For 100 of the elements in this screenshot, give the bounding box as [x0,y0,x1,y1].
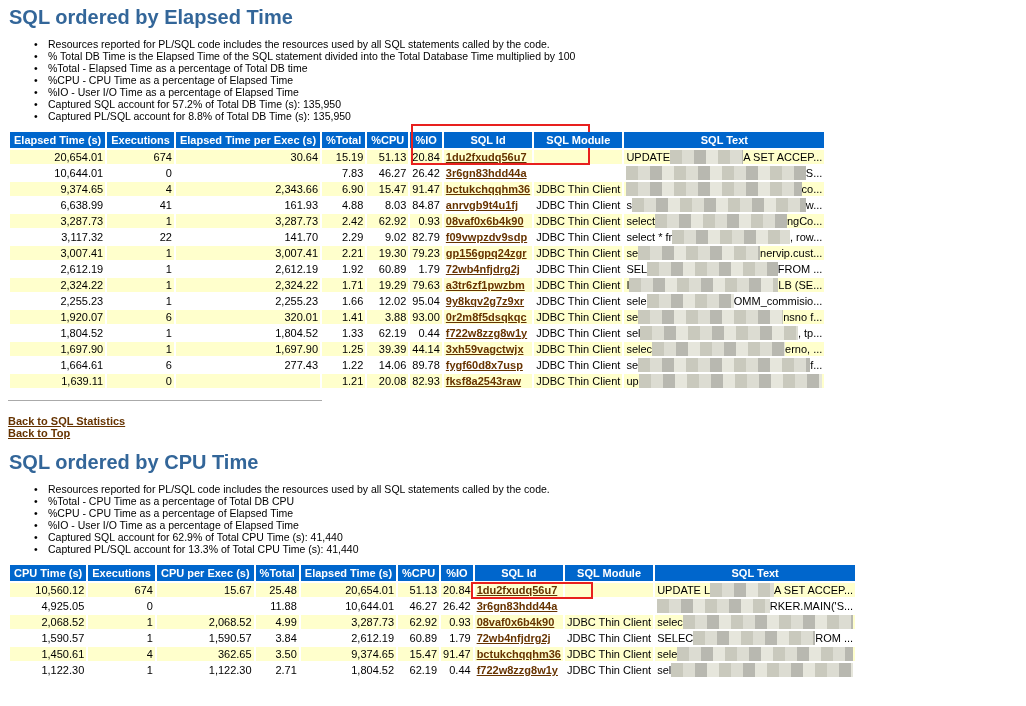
table-cell: 9,374.65 [10,182,106,196]
table-cell: 320.01 [175,310,321,324]
bullet: • [34,531,39,543]
sql-text: se [626,358,638,372]
table-cell: 51.13 [367,150,409,164]
table-cell: 1 [88,615,155,629]
bullet: • [34,98,39,110]
sql-id-link[interactable]: bctukchqqhm36 [476,648,561,660]
table-cell: JDBC Thin Client [534,214,623,228]
sql-text: nervip.cust... [760,246,823,260]
table-cell: JDBC Thin Client [565,615,654,629]
table-cell: 26.42 [410,166,442,180]
table-cell: 20.84 [441,583,473,597]
table-cell: 30.64 [175,150,321,164]
table-cell: 1.71 [322,278,366,292]
column-header: %Total [255,565,299,581]
sql-text: select * fr [626,230,673,244]
table-cell: 2,068.52 [156,615,254,629]
sql-text: I [626,278,630,292]
column-header: Executions [88,565,155,581]
sql-text: A SET ACCEP... [774,583,854,597]
sql-id-link[interactable]: bctukchqqhm36 [445,183,531,195]
table-cell: JDBC Thin Client [534,342,623,356]
sql-text: FROM ... [777,262,823,276]
table-cell: 15.47 [367,182,409,196]
sql-text: UPDATE L [657,583,711,597]
note-item: % Total DB Time is the Elapsed Time of the SQL statement divided into the Total Database Time multiplied by 100 [48,50,576,62]
column-header: %IO [410,132,442,148]
table-cell: 1 [107,278,174,292]
section-title: SQL ordered by CPU Time [9,450,259,475]
table-cell: 79.23 [410,246,442,260]
sql-text: nsno f... [783,310,823,324]
table-cell: 4.99 [255,615,299,629]
table-cell: JDBC Thin Client [565,647,654,661]
table-cell: 1 [107,342,174,356]
column-header: Executions [107,132,174,148]
table-cell: 93.00 [410,310,442,324]
table-cell: 15.67 [156,583,254,597]
bullet: • [34,74,39,86]
table-cell: 44.14 [410,342,442,356]
sql-text: s [626,198,632,212]
table-cell: 2,324.22 [10,278,106,292]
column-header: Elapsed Time (s) [10,132,106,148]
table-cell: JDBC Thin Client [534,358,623,372]
table-cell: 6.90 [322,182,366,196]
redaction-mosaic [710,583,775,597]
table-cell: 95.04 [410,294,442,308]
sql-text: , tp... [797,326,823,340]
note-item: %IO - User I/O Time as a percentage of Elapsed Time [48,86,299,98]
column-header: SQL Module [534,132,623,148]
back-link[interactable]: Back to SQL Statistics [8,415,126,427]
table-cell: 51.13 [398,583,440,597]
sql-text: , row... [789,230,823,244]
table-cell: JDBC Thin Client [534,262,623,276]
table-cell: 3.50 [255,647,299,661]
column-header: Elapsed Time per Exec (s) [175,132,321,148]
table-cell: 1.21 [322,374,366,388]
bullet: • [34,495,39,507]
table-cell: 26.42 [441,599,473,613]
column-header: SQL Text [655,565,856,581]
table-cell: JDBC Thin Client [565,663,654,677]
note-item: %CPU - CPU Time as a percentage of Elapsed Time [48,507,294,519]
bullet: • [34,483,39,495]
sql-text: se [626,246,638,260]
table-cell: 0.93 [441,615,473,629]
table-cell: 1 [107,214,174,228]
table-cell: JDBC Thin Client [534,374,623,388]
note-item: %Total - CPU Time as a percentage of Total DB CPU [48,495,295,507]
table-cell: 2.42 [322,214,366,228]
table-cell: JDBC Thin Client [534,230,623,244]
table-cell: 362.65 [156,647,254,661]
table-cell: 25.48 [255,583,299,597]
table-cell: 91.47 [441,647,473,661]
sql-text: sel [657,663,672,677]
sql-text: SEL [626,262,648,276]
table-cell: 20.84 [410,150,442,164]
table-cell: 19.29 [367,278,409,292]
table-cell: 4 [107,182,174,196]
bullet: • [34,38,39,50]
column-header: CPU per Exec (s) [156,565,254,581]
table-cell: 9,374.65 [300,647,397,661]
sql-text: LB (SE... [778,278,823,292]
table-cell: 82.93 [410,374,442,388]
column-header: SQL Module [565,565,654,581]
table-cell: 89.78 [410,358,442,372]
note-item: Captured SQL account for 62.9% of Total CPU Time (s): 41,440 [48,531,343,543]
column-header: CPU Time (s) [10,565,87,581]
table-cell: 674 [107,150,174,164]
table-cell: JDBC Thin Client [534,310,623,324]
column-header: Elapsed Time (s) [300,565,397,581]
table-cell: 15.47 [398,647,440,661]
note-item: Captured PL/SQL account for 13.3% of Total CPU Time (s): 41,440 [48,543,359,555]
table-cell: 91.47 [410,182,442,196]
table-cell: JDBC Thin Client [534,246,623,260]
column-header: SQL Text [624,132,825,148]
table-cell: 15.19 [322,150,366,164]
sql-text: selec [657,615,683,629]
sql-text: sel [626,326,641,340]
sql-text: RKER.MAIN('S... [769,599,854,613]
back-link[interactable]: Back to Top [8,427,71,439]
